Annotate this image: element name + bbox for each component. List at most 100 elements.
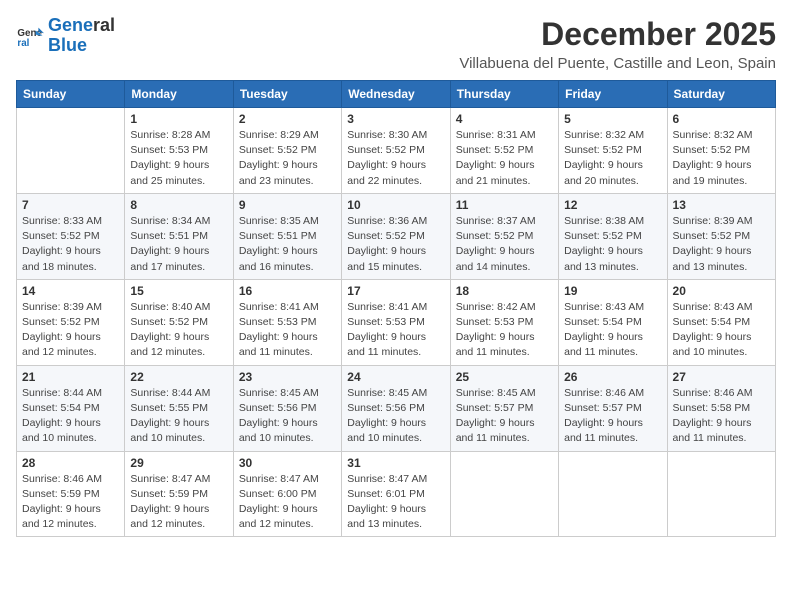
calendar-cell	[559, 451, 667, 537]
day-info: Sunrise: 8:35 AMSunset: 5:51 PMDaylight:…	[239, 214, 336, 275]
calendar-cell: 7 Sunrise: 8:33 AMSunset: 5:52 PMDaylight…	[17, 193, 125, 279]
calendar-cell: 22 Sunrise: 8:44 AMSunset: 5:55 PMDayligh…	[125, 365, 233, 451]
weekday-header: Wednesday	[342, 81, 450, 108]
calendar-cell: 11Sunrise: 8:37 AMSunset: 5:52 PMDayligh…	[450, 193, 558, 279]
day-info: Sunrise: 8:45 AMSunset: 5:56 PMDaylight:…	[347, 386, 444, 447]
day-info: Sunrise: 8:43 AMSunset: 5:54 PMDaylight:…	[564, 300, 661, 361]
day-info: Sunrise: 8:46 AMSunset: 5:58 PMDaylight:…	[673, 386, 770, 447]
day-number: 30	[239, 456, 336, 470]
day-number: 20	[673, 284, 770, 298]
day-info: Sunrise: 8:29 AMSunset: 5:52 PMDaylight:…	[239, 128, 336, 189]
calendar-cell: 23 Sunrise: 8:45 AMSunset: 5:56 PMDayligh…	[233, 365, 341, 451]
day-info: Sunrise: 8:47 AMSunset: 5:59 PMDaylight:…	[130, 472, 227, 533]
day-info: Sunrise: 8:39 AMSunset: 5:52 PMDaylight:…	[673, 214, 770, 275]
day-info: Sunrise: 8:44 AMSunset: 5:54 PMDaylight:…	[22, 386, 119, 447]
day-number: 4	[456, 112, 553, 126]
day-info: Sunrise: 8:32 AMSunset: 5:52 PMDaylight:…	[564, 128, 661, 189]
calendar-cell: 16 Sunrise: 8:41 AMSunset: 5:53 PMDayligh…	[233, 279, 341, 365]
calendar-cell: 20 Sunrise: 8:43 AMSunset: 5:54 PMDayligh…	[667, 279, 775, 365]
day-info: Sunrise: 8:45 AMSunset: 5:56 PMDaylight:…	[239, 386, 336, 447]
day-info: Sunrise: 8:33 AMSunset: 5:52 PMDaylight:…	[22, 214, 119, 275]
calendar-week-row: 7 Sunrise: 8:33 AMSunset: 5:52 PMDaylight…	[17, 193, 776, 279]
day-number: 21	[22, 370, 119, 384]
day-number: 12	[564, 198, 661, 212]
calendar-week-row: 1 Sunrise: 8:28 AMSunset: 5:53 PMDaylight…	[17, 108, 776, 194]
weekday-header: Sunday	[17, 81, 125, 108]
day-info: Sunrise: 8:47 AMSunset: 6:00 PMDaylight:…	[239, 472, 336, 533]
calendar-cell: 3Sunrise: 8:30 AMSunset: 5:52 PMDaylight…	[342, 108, 450, 194]
day-info: Sunrise: 8:45 AMSunset: 5:57 PMDaylight:…	[456, 386, 553, 447]
calendar-cell: 2 Sunrise: 8:29 AMSunset: 5:52 PMDaylight…	[233, 108, 341, 194]
day-number: 29	[130, 456, 227, 470]
day-number: 16	[239, 284, 336, 298]
calendar-cell: 13Sunrise: 8:39 AMSunset: 5:52 PMDayligh…	[667, 193, 775, 279]
calendar-header-row: SundayMondayTuesdayWednesdayThursdayFrid…	[17, 81, 776, 108]
day-number: 23	[239, 370, 336, 384]
calendar-cell: 25 Sunrise: 8:45 AMSunset: 5:57 PMDayligh…	[450, 365, 558, 451]
calendar-title: December 2025	[459, 16, 776, 53]
day-info: Sunrise: 8:38 AMSunset: 5:52 PMDaylight:…	[564, 214, 661, 275]
calendar-cell: 6 Sunrise: 8:32 AMSunset: 5:52 PMDaylight…	[667, 108, 775, 194]
calendar-cell	[450, 451, 558, 537]
weekday-header: Friday	[559, 81, 667, 108]
day-number: 5	[564, 112, 661, 126]
day-number: 6	[673, 112, 770, 126]
day-info: Sunrise: 8:39 AMSunset: 5:52 PMDaylight:…	[22, 300, 119, 361]
day-info: Sunrise: 8:34 AMSunset: 5:51 PMDaylight:…	[130, 214, 227, 275]
calendar-cell: 21 Sunrise: 8:44 AMSunset: 5:54 PMDayligh…	[17, 365, 125, 451]
day-info: Sunrise: 8:47 AMSunset: 6:01 PMDaylight:…	[347, 472, 444, 533]
calendar-cell: 1 Sunrise: 8:28 AMSunset: 5:53 PMDaylight…	[125, 108, 233, 194]
weekday-header: Tuesday	[233, 81, 341, 108]
day-info: Sunrise: 8:32 AMSunset: 5:52 PMDaylight:…	[673, 128, 770, 189]
calendar-week-row: 21 Sunrise: 8:44 AMSunset: 5:54 PMDayligh…	[17, 365, 776, 451]
day-info: Sunrise: 8:28 AMSunset: 5:53 PMDaylight:…	[130, 128, 227, 189]
day-number: 28	[22, 456, 119, 470]
day-number: 14	[22, 284, 119, 298]
logo-text-line1: General	[48, 16, 115, 36]
weekday-header: Monday	[125, 81, 233, 108]
calendar-cell: 9 Sunrise: 8:35 AMSunset: 5:51 PMDaylight…	[233, 193, 341, 279]
day-number: 1	[130, 112, 227, 126]
day-number: 15	[130, 284, 227, 298]
day-info: Sunrise: 8:44 AMSunset: 5:55 PMDaylight:…	[130, 386, 227, 447]
calendar-cell: 14 Sunrise: 8:39 AMSunset: 5:52 PMDayligh…	[17, 279, 125, 365]
calendar-cell: 17Sunrise: 8:41 AMSunset: 5:53 PMDayligh…	[342, 279, 450, 365]
day-number: 27	[673, 370, 770, 384]
day-number: 3	[347, 112, 444, 126]
day-number: 25	[456, 370, 553, 384]
day-number: 10	[347, 198, 444, 212]
calendar-cell: 30 Sunrise: 8:47 AMSunset: 6:00 PMDayligh…	[233, 451, 341, 537]
day-number: 22	[130, 370, 227, 384]
logo-text-line2: Blue	[48, 36, 115, 56]
calendar-cell	[17, 108, 125, 194]
day-info: Sunrise: 8:41 AMSunset: 5:53 PMDaylight:…	[239, 300, 336, 361]
calendar-cell: 24Sunrise: 8:45 AMSunset: 5:56 PMDayligh…	[342, 365, 450, 451]
logo-icon: Gene ral	[16, 22, 44, 50]
day-info: Sunrise: 8:40 AMSunset: 5:52 PMDaylight:…	[130, 300, 227, 361]
calendar-week-row: 28 Sunrise: 8:46 AMSunset: 5:59 PMDayligh…	[17, 451, 776, 537]
calendar-subtitle: Villabuena del Puente, Castille and Leon…	[459, 55, 776, 72]
logo: Gene ral General Blue	[16, 16, 115, 56]
day-number: 19	[564, 284, 661, 298]
calendar-cell: 29 Sunrise: 8:47 AMSunset: 5:59 PMDayligh…	[125, 451, 233, 537]
weekday-header: Saturday	[667, 81, 775, 108]
page-header: Gene ral General Blue December 2025 Vill…	[16, 16, 776, 72]
day-info: Sunrise: 8:36 AMSunset: 5:52 PMDaylight:…	[347, 214, 444, 275]
day-number: 26	[564, 370, 661, 384]
weekday-header: Thursday	[450, 81, 558, 108]
day-number: 8	[130, 198, 227, 212]
calendar-cell: 18Sunrise: 8:42 AMSunset: 5:53 PMDayligh…	[450, 279, 558, 365]
day-number: 7	[22, 198, 119, 212]
day-number: 9	[239, 198, 336, 212]
calendar-cell: 5 Sunrise: 8:32 AMSunset: 5:52 PMDaylight…	[559, 108, 667, 194]
day-info: Sunrise: 8:46 AMSunset: 5:59 PMDaylight:…	[22, 472, 119, 533]
svg-text:ral: ral	[17, 38, 29, 49]
day-number: 2	[239, 112, 336, 126]
day-info: Sunrise: 8:43 AMSunset: 5:54 PMDaylight:…	[673, 300, 770, 361]
day-number: 18	[456, 284, 553, 298]
day-number: 17	[347, 284, 444, 298]
day-info: Sunrise: 8:37 AMSunset: 5:52 PMDaylight:…	[456, 214, 553, 275]
calendar-cell: 28 Sunrise: 8:46 AMSunset: 5:59 PMDayligh…	[17, 451, 125, 537]
calendar-cell: 15 Sunrise: 8:40 AMSunset: 5:52 PMDayligh…	[125, 279, 233, 365]
day-info: Sunrise: 8:31 AMSunset: 5:52 PMDaylight:…	[456, 128, 553, 189]
